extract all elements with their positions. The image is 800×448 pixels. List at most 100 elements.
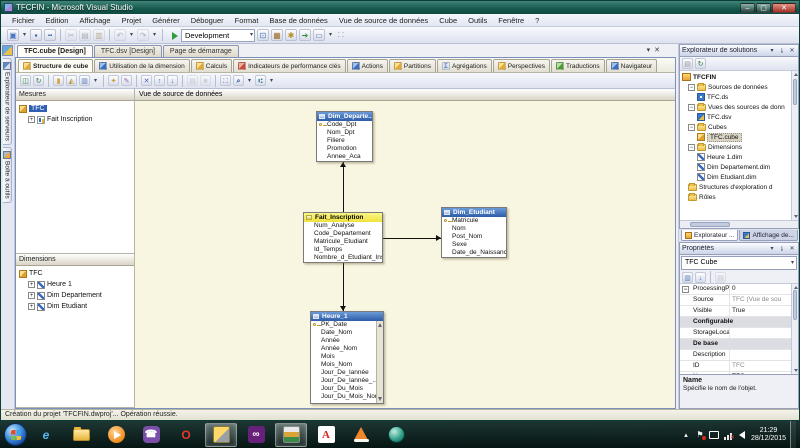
table-header[interactable]: Dim_Departe... (317, 112, 372, 121)
taskbar-internet-explorer[interactable] (30, 423, 62, 447)
tab-actions[interactable]: Actions (347, 59, 388, 72)
chevron-down-icon[interactable] (768, 245, 776, 252)
node-dim-departement-dim[interactable]: Dim Departement.dim (680, 162, 798, 172)
redo-icon[interactable] (137, 29, 149, 41)
expand-icon[interactable] (28, 292, 35, 299)
prop-id[interactable]: IDTFC (680, 361, 798, 372)
table-header[interactable]: Heure_1 (311, 312, 383, 321)
table-field[interactable]: Nombre_d_Etudiant_Ins... (304, 254, 382, 262)
menu-cube[interactable]: Cube (434, 15, 462, 26)
expand-icon[interactable] (28, 116, 35, 123)
server-explorer-strip-icon[interactable] (2, 45, 13, 56)
tab-structure-de-cube[interactable]: Structure de cube (18, 59, 93, 72)
table-scrollbar[interactable] (376, 321, 383, 403)
prop-description[interactable]: Description (680, 350, 798, 361)
display-icon[interactable] (709, 430, 719, 440)
dimension-heure-1[interactable]: Heure 1 (16, 279, 134, 290)
tab-explorateur-solutions[interactable]: Explorateur ... (681, 230, 738, 241)
table-field[interactable]: Mois (311, 353, 383, 361)
measures-grid-icon[interactable] (79, 75, 90, 86)
dimensions-root-tfc[interactable]: TFC (16, 268, 134, 279)
taskbar-clock[interactable]: 21:29 28/12/2015 (751, 427, 786, 443)
table-field[interactable]: Mois_Nom (311, 361, 383, 369)
vertical-scrollbar[interactable] (791, 71, 798, 220)
property-pages-icon[interactable] (715, 272, 726, 283)
layout-icon[interactable] (255, 75, 266, 86)
table-field[interactable]: Date_Nom (311, 329, 383, 337)
tab-calculs[interactable]: Calculs (191, 59, 232, 72)
tab-tfc-dsv-design[interactable]: TFC.dsv [Design] (94, 45, 162, 57)
close-icon[interactable] (788, 245, 796, 252)
tab-navigateur[interactable]: Navigateur (606, 59, 657, 72)
close-button[interactable] (772, 3, 796, 13)
node-cubes[interactable]: Cubes (680, 122, 798, 132)
table-field[interactable]: Nom_Dpt (317, 129, 372, 137)
table-field[interactable]: Code_Departement (304, 230, 382, 238)
properties-titlebar[interactable]: Propriétés (679, 242, 799, 255)
save-all-icon[interactable] (44, 29, 56, 41)
table-field[interactable]: PK_Date (311, 321, 383, 329)
category-configurable[interactable]: Configurable (680, 317, 798, 328)
menu-generer[interactable]: Générer (147, 15, 185, 26)
solution-configuration-combo[interactable]: Development (181, 29, 255, 42)
solution-explorer-titlebar[interactable]: Explorateur de solutions (679, 44, 799, 57)
node-tfcfin[interactable]: TFCFIN (680, 72, 798, 82)
tab-boite-a-outils[interactable]: Boîte à outils (3, 147, 12, 203)
menu-outils[interactable]: Outils (463, 15, 492, 26)
attach-icon[interactable] (257, 29, 269, 41)
window-layout-icon[interactable] (313, 29, 325, 41)
tab-tfc-cube-design[interactable]: TFC.cube [Design] (17, 45, 93, 57)
table-field[interactable]: Matricule_Etudiant (304, 238, 382, 246)
table-field[interactable]: Jour_De_lannée_... (311, 377, 383, 385)
table-field[interactable]: Code_Dpt (317, 121, 372, 129)
table-field[interactable]: Jour_De_lannée (311, 369, 383, 377)
table-field[interactable]: Matricule (442, 217, 506, 225)
new-project-icon[interactable] (7, 29, 19, 41)
dimension-dim-etudiant[interactable]: Dim Etudiant (16, 301, 134, 312)
menu-aide[interactable]: ? (530, 15, 544, 26)
table-field[interactable]: Promotion (317, 145, 372, 153)
table-field[interactable]: Année (311, 337, 383, 345)
table-header[interactable]: Fait_Inscription (304, 213, 382, 222)
grid-dropdown-icon[interactable] (92, 75, 99, 87)
measure-group-fait-inscription[interactable]: Fait Inscription (16, 114, 134, 125)
tab-kpi[interactable]: Indicateurs de performance clés (233, 59, 346, 72)
undo-icon[interactable] (114, 29, 126, 41)
menu-fichier[interactable]: Fichier (7, 15, 40, 26)
tab-utilisation-dimension[interactable]: Utilisation de la dimension (94, 59, 190, 72)
layout-dropdown-icon[interactable] (268, 75, 275, 87)
paste-icon[interactable] (93, 29, 105, 41)
prop-source[interactable]: SourceTFC (Vue de sou (680, 295, 798, 306)
chevron-down-icon[interactable] (768, 47, 776, 54)
tab-perspectives[interactable]: Perspectives (493, 59, 550, 72)
tab-affichage-classes[interactable]: Affichage de... (739, 230, 797, 241)
horizontal-scrollbar[interactable] (680, 220, 798, 228)
copy-icon[interactable] (79, 29, 91, 41)
move-up-icon[interactable] (154, 75, 165, 86)
refresh-icon[interactable] (695, 58, 706, 69)
taskbar-globe-app[interactable] (380, 423, 412, 447)
dimension-dim-departement[interactable]: Dim Departement (16, 290, 134, 301)
category-de-base[interactable]: De base (680, 339, 798, 350)
menu-fenetre[interactable]: Fenêtre (493, 15, 529, 26)
show-desktop-button[interactable] (790, 421, 796, 448)
node-dim-etudiant-dim[interactable]: Dim Etudiant.dim (680, 172, 798, 182)
taskbar-file-explorer[interactable] (65, 423, 97, 447)
zoom-icon[interactable] (233, 75, 244, 86)
cut-icon[interactable] (65, 29, 77, 41)
deploy-icon[interactable] (299, 29, 311, 41)
menu-edition[interactable]: Edition (41, 15, 74, 26)
taskbar-viber[interactable] (135, 423, 167, 447)
toolbar-overflow-icon[interactable] (338, 31, 344, 40)
prop-storagelocation[interactable]: StorageLocatio (680, 328, 798, 339)
menu-vue-source-donnees[interactable]: Vue de source de données (334, 15, 433, 26)
menu-base-de-donnees[interactable]: Base de données (264, 15, 332, 26)
pin-icon[interactable] (778, 245, 786, 252)
new-measure-icon[interactable] (53, 75, 64, 86)
collapse-icon[interactable] (688, 84, 695, 91)
refresh-icon[interactable] (33, 75, 44, 86)
window-layout-dropdown-icon[interactable] (327, 29, 334, 41)
titlebar[interactable]: TFCFIN - Microsoft Visual Studio (1, 1, 799, 14)
properties-window-icon[interactable] (271, 29, 283, 41)
vertical-scrollbar[interactable] (791, 284, 798, 374)
